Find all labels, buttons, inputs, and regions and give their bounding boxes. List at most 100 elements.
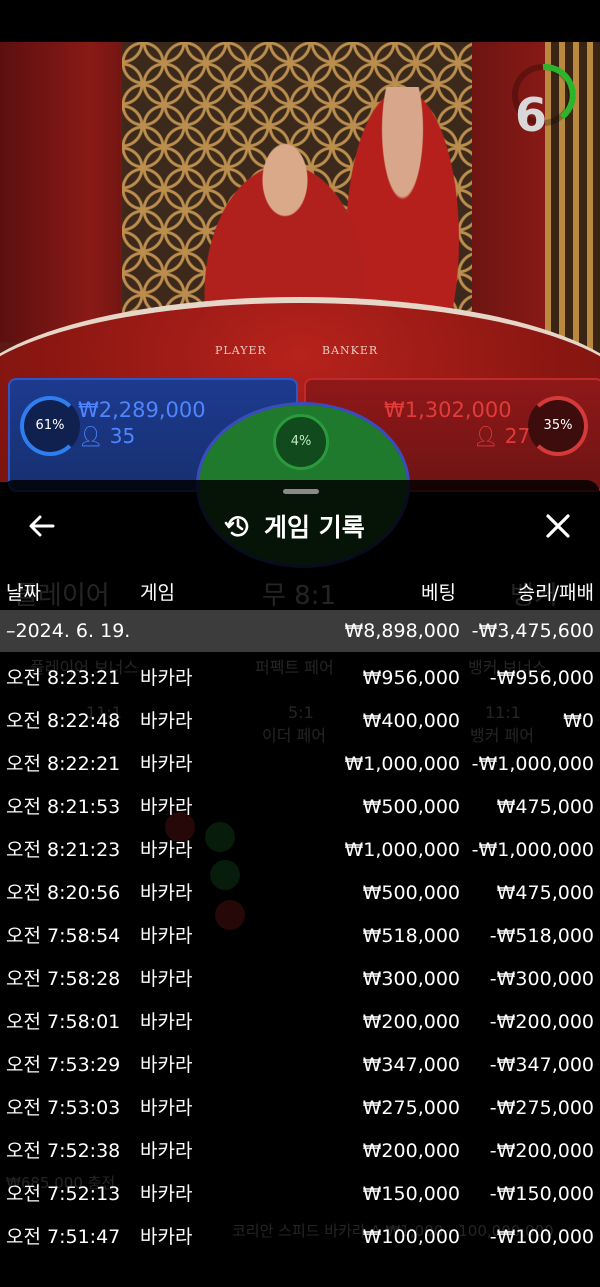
user-icon: 👤︎ xyxy=(78,424,104,448)
history-row[interactable]: 오전 7:52:13 바카라 ₩150,000 -₩150,000 xyxy=(0,1173,600,1216)
studio-wall-left xyxy=(0,42,130,342)
row-bet: ₩1,000,000 xyxy=(344,753,460,775)
column-header-result: 승리/패배 xyxy=(517,582,594,604)
history-row[interactable]: 오전 7:51:47 바카라 ₩100,000 -₩100,000 xyxy=(0,1216,600,1259)
row-game: 바카라 xyxy=(140,839,193,861)
banker-user-count: 👤︎ 27 xyxy=(473,424,530,448)
row-bet: ₩518,000 xyxy=(362,925,460,947)
row-bet: ₩500,000 xyxy=(362,882,460,904)
ghost-tie-label: 무 8:1 xyxy=(262,581,337,611)
row-time: 오전 7:51:47 xyxy=(6,1226,121,1248)
row-bet: ₩347,000 xyxy=(362,1054,460,1076)
summary-date: –2024. 6. 19. xyxy=(6,620,131,642)
close-icon[interactable] xyxy=(542,510,574,542)
row-time: 오전 7:52:38 xyxy=(6,1140,121,1162)
history-clock-icon xyxy=(224,516,249,537)
row-time: 오전 8:23:21 xyxy=(6,667,121,689)
table-label-player: PLAYER xyxy=(215,344,267,357)
row-result: -₩1,000,000 xyxy=(471,753,594,775)
row-result: ₩0 xyxy=(563,710,594,732)
history-row[interactable]: 오전 7:53:29 바카라 ₩347,000 -₩347,000 xyxy=(0,1044,600,1087)
history-row[interactable]: 오전 8:22:48 바카라 ₩400,000 ₩0 xyxy=(0,700,600,743)
row-result: ₩475,000 xyxy=(496,882,594,904)
column-header-date: 날짜 xyxy=(6,582,41,604)
history-row[interactable]: 오전 8:21:53 바카라 ₩500,000 ₩475,000 xyxy=(0,786,600,829)
row-time: 오전 7:53:03 xyxy=(6,1097,121,1119)
row-time: 오전 7:58:01 xyxy=(6,1011,121,1033)
row-game: 바카라 xyxy=(140,710,193,732)
history-row[interactable]: 오전 7:58:54 바카라 ₩518,000 -₩518,000 xyxy=(0,915,600,958)
row-time: 오전 7:58:28 xyxy=(6,968,121,990)
row-bet: ₩100,000 xyxy=(362,1226,460,1248)
row-time: 오전 7:53:29 xyxy=(6,1054,121,1076)
row-result: ₩475,000 xyxy=(496,796,594,818)
history-title: 게임 기록 xyxy=(264,513,365,542)
history-row[interactable]: 오전 7:52:38 바카라 ₩200,000 -₩200,000 xyxy=(0,1130,600,1173)
round-timer-value: 6 xyxy=(514,88,547,142)
row-result: -₩300,000 xyxy=(489,968,594,990)
row-time: 오전 8:22:21 xyxy=(6,753,121,775)
row-game: 바카라 xyxy=(140,1011,193,1033)
row-result: -₩275,000 xyxy=(489,1097,594,1119)
row-bet: ₩500,000 xyxy=(362,796,460,818)
row-game: 바카라 xyxy=(140,753,193,775)
history-row[interactable]: 오전 8:22:21 바카라 ₩1,000,000 -₩1,000,000 xyxy=(0,743,600,786)
row-game: 바카라 xyxy=(140,1054,193,1076)
row-game: 바카라 xyxy=(140,1140,193,1162)
player-user-count: 👤︎ 35 xyxy=(78,424,135,448)
history-row[interactable]: 오전 8:20:56 바카라 ₩500,000 ₩475,000 xyxy=(0,872,600,915)
row-result: -₩150,000 xyxy=(489,1183,594,1205)
row-bet: ₩400,000 xyxy=(362,710,460,732)
row-game: 바카라 xyxy=(140,1183,193,1205)
sheet-drag-handle[interactable] xyxy=(283,489,319,494)
row-game: 바카라 xyxy=(140,925,193,947)
player-total-bet: ₩2,289,000 xyxy=(78,398,206,422)
history-row[interactable]: 오전 8:21:23 바카라 ₩1,000,000 -₩1,000,000 xyxy=(0,829,600,872)
row-time: 오전 8:21:23 xyxy=(6,839,121,861)
user-icon: 👤︎ xyxy=(473,424,499,448)
table-label-banker: BANKER xyxy=(322,344,379,357)
history-header: 게임 기록 xyxy=(224,507,365,545)
row-game: 바카라 xyxy=(140,968,193,990)
row-result: -₩956,000 xyxy=(489,667,594,689)
row-result: -₩347,000 xyxy=(489,1054,594,1076)
row-bet: ₩956,000 xyxy=(362,667,460,689)
row-game: 바카라 xyxy=(140,1226,193,1248)
tie-percent: 4% xyxy=(273,414,329,470)
player-percent: 61% xyxy=(20,396,80,456)
row-time: 오전 8:21:53 xyxy=(6,796,121,818)
row-time: 오전 7:52:13 xyxy=(6,1183,121,1205)
row-result: -₩200,000 xyxy=(489,1140,594,1162)
row-game: 바카라 xyxy=(140,796,193,818)
history-day-summary[interactable]: –2024. 6. 19. ₩8,898,000 -₩3,475,600 xyxy=(0,610,600,652)
row-bet: ₩1,000,000 xyxy=(344,839,460,861)
summary-bet: ₩8,898,000 xyxy=(344,620,460,642)
history-row[interactable]: 오전 8:23:21 바카라 ₩956,000 -₩956,000 xyxy=(0,657,600,700)
back-arrow-icon[interactable] xyxy=(26,510,58,542)
row-result: -₩1,000,000 xyxy=(471,839,594,861)
row-time: 오전 8:20:56 xyxy=(6,882,121,904)
status-bar xyxy=(0,0,600,42)
column-header-bet: 베팅 xyxy=(421,582,456,604)
column-header-game: 게임 xyxy=(140,582,175,604)
row-time: 오전 7:58:54 xyxy=(6,925,121,947)
banker-user-count-value: 27 xyxy=(504,424,531,448)
player-user-count-value: 35 xyxy=(109,424,136,448)
row-bet: ₩275,000 xyxy=(362,1097,460,1119)
row-bet: ₩300,000 xyxy=(362,968,460,990)
row-result: -₩200,000 xyxy=(489,1011,594,1033)
row-game: 바카라 xyxy=(140,882,193,904)
row-game: 바카라 xyxy=(140,667,193,689)
history-row[interactable]: 오전 7:58:01 바카라 ₩200,000 -₩200,000 xyxy=(0,1001,600,1044)
row-game: 바카라 xyxy=(140,1097,193,1119)
row-time: 오전 8:22:48 xyxy=(6,710,121,732)
row-result: -₩100,000 xyxy=(489,1226,594,1248)
banker-percent: 35% xyxy=(528,396,588,456)
history-row[interactable]: 오전 7:58:28 바카라 ₩300,000 -₩300,000 xyxy=(0,958,600,1001)
banker-total-bet: ₩1,302,000 xyxy=(384,398,512,422)
row-bet: ₩200,000 xyxy=(362,1011,460,1033)
summary-result: -₩3,475,600 xyxy=(471,620,594,642)
row-bet: ₩150,000 xyxy=(362,1183,460,1205)
row-result: -₩518,000 xyxy=(489,925,594,947)
history-row[interactable]: 오전 7:53:03 바카라 ₩275,000 -₩275,000 xyxy=(0,1087,600,1130)
